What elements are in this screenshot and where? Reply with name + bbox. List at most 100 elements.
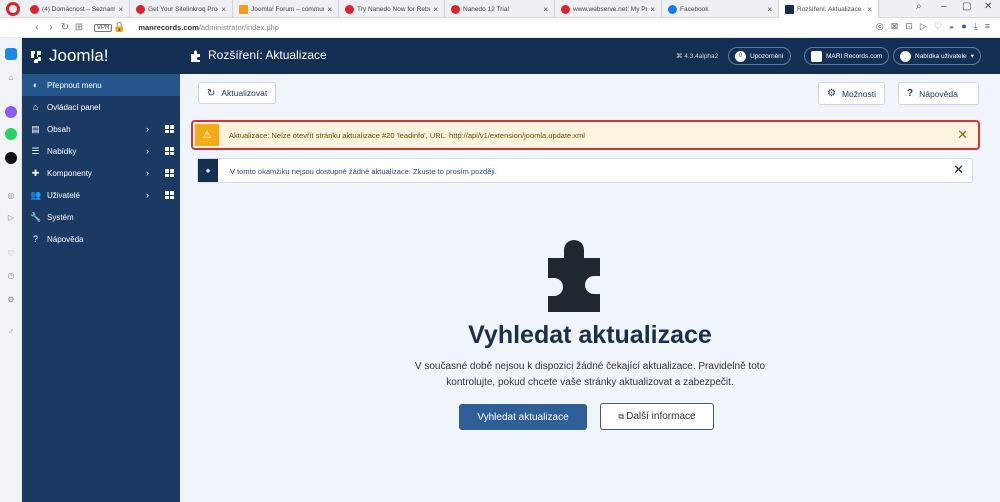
sidebar-item-label: Nabídky	[47, 146, 77, 156]
gear-icon: ⚙	[827, 88, 836, 99]
joomla-favicon-icon	[785, 4, 794, 14]
history-icon[interactable]: ◷	[5, 270, 17, 282]
sidebar-item-label: Nápověda	[47, 234, 84, 244]
messenger-icon[interactable]	[5, 106, 17, 118]
dashboard-grid-icon[interactable]	[165, 169, 174, 177]
opera-logo-icon[interactable]	[6, 2, 20, 16]
user-menu-button[interactable]: Nabídka uživatele ▾	[893, 47, 981, 65]
close-icon[interactable]: ✕	[953, 162, 964, 178]
sidebar-item-label: Systém	[47, 212, 74, 222]
notifications-button[interactable]: 0 Upozornění	[728, 47, 791, 65]
sidebar-item-users[interactable]: 👥 Uživatelé ›	[22, 184, 180, 206]
close-tab-icon[interactable]: ×	[118, 5, 123, 14]
chevron-right-icon[interactable]: ›	[146, 146, 149, 156]
settings-icon[interactable]: ⚙	[5, 294, 17, 306]
sidebar-item-system[interactable]: 🔧 Systém	[22, 206, 180, 228]
chevron-right-icon[interactable]: ›	[146, 168, 149, 178]
sidebar-item-components[interactable]: ✚ Komponenty ›	[22, 162, 180, 184]
browser-tab[interactable]: Facebook ×	[662, 0, 779, 18]
heart-icon[interactable]: ♡	[5, 248, 17, 260]
browser-tab[interactable]: Get Your Sitelinkroq Products...×	[130, 0, 233, 18]
dashboard-grid-icon[interactable]	[165, 125, 174, 133]
back-icon[interactable]: ‹	[30, 22, 44, 33]
close-tab-icon[interactable]: ×	[221, 5, 226, 14]
warning-alert: ⚠ Aktualizace: Nelze otevřít stránku akt…	[191, 120, 980, 150]
toggle-menu-label: Přepnout menu	[47, 80, 102, 90]
pin-icon[interactable]: ♂	[5, 326, 17, 338]
close-tab-icon[interactable]: ×	[767, 5, 772, 14]
download-icon[interactable]: ⤓	[974, 21, 978, 32]
url-host: manrecords.com	[138, 23, 199, 32]
vpn-badge[interactable]: VPN	[94, 23, 113, 32]
options-button[interactable]: ⚙ Možnosti	[818, 82, 885, 105]
forward-icon[interactable]: ›	[44, 22, 58, 33]
search-updates-button[interactable]: Vyhledat aktualizace	[459, 404, 587, 430]
close-tab-icon[interactable]: ×	[327, 5, 332, 14]
list-icon: ☰	[31, 145, 40, 156]
close-window-icon[interactable]: ✕	[984, 1, 992, 12]
sidebar-item-help[interactable]: ? Nápověda	[22, 228, 180, 250]
reload-icon[interactable]: ↻	[58, 22, 72, 33]
speed-icon[interactable]: ◎	[5, 190, 17, 202]
sidebar-item-content[interactable]: ▤ Obsah ›	[22, 118, 180, 140]
help-button[interactable]: ? Nápověda	[898, 82, 979, 105]
site-link-label: MARI Records.com	[826, 52, 883, 60]
tiktok-icon[interactable]	[5, 152, 17, 164]
options-label: Možnosti	[841, 88, 876, 99]
empty-state-text: V současné době nejsou k dispozici žádné…	[414, 361, 766, 388]
camera-icon[interactable]: ◎	[876, 21, 884, 32]
help-label: Nápověda	[919, 88, 958, 99]
dashboard-grid-icon[interactable]	[165, 147, 174, 155]
home-icon[interactable]: ⌂	[5, 72, 17, 84]
workspace-icon[interactable]	[5, 48, 17, 60]
translate-icon[interactable]: ⊠	[891, 21, 899, 32]
chevron-right-icon[interactable]: ›	[146, 124, 149, 134]
browser-window: (4) Domácnost – Seznam Z...× Get Your Si…	[0, 0, 1000, 502]
browser-tab-active[interactable]: Rozšíření: Aktualizace - Ma...×	[779, 0, 879, 18]
search-tabs-icon[interactable]: ⌕	[916, 1, 922, 12]
puzzle-icon	[191, 50, 200, 62]
maximize-icon[interactable]: ▢	[962, 1, 971, 12]
profile-icon[interactable]: ●	[961, 21, 966, 32]
joomla-logo-icon	[31, 51, 41, 63]
joomla-logo[interactable]: Joomla!	[28, 46, 109, 66]
browser-tab[interactable]: Joomla! Forum – community...×	[233, 0, 339, 18]
browser-tab[interactable]: Try Nanedo Now for Rebuild...×	[339, 0, 445, 18]
close-tab-icon[interactable]: ×	[433, 5, 438, 14]
extensions-icon[interactable]: ⊡	[905, 21, 913, 32]
dashboard-grid-icon[interactable]	[165, 191, 174, 199]
external-link-icon: ⧉	[618, 411, 625, 421]
whatsapp-icon[interactable]	[5, 128, 17, 140]
url-field[interactable]: manrecords.com/administrator/index.php	[138, 23, 279, 32]
toggle-icon: ◐	[32, 80, 39, 90]
sidebar-item-menus[interactable]: ☰ Nabídky ›	[22, 140, 180, 162]
puzzle-piece-icon	[548, 240, 600, 312]
toggle-menu-button[interactable]: ◐ Přepnout menu	[22, 74, 180, 96]
close-tab-icon[interactable]: ×	[650, 5, 655, 14]
refresh-button[interactable]: ↻ Aktualizovat	[198, 82, 277, 104]
close-tab-icon[interactable]: ×	[543, 5, 548, 14]
more-info-button[interactable]: ⧉ Další informace	[600, 403, 714, 430]
menu-icon[interactable]: ≡	[985, 21, 990, 32]
site-link-button[interactable]: MARI Records.com	[804, 47, 890, 65]
heart-icon[interactable]: ♡	[934, 21, 942, 32]
browser-tab[interactable]: Nanedo 12 Trial ×	[445, 0, 555, 18]
tabs-grid-icon[interactable]: ⊞	[72, 22, 86, 33]
joomla-favicon-icon	[239, 4, 248, 14]
url-path: /administrator/index.php	[198, 23, 279, 32]
browser-tab[interactable]: www.webserve.net: My Prog...×	[555, 0, 662, 18]
external-link-icon	[811, 50, 822, 62]
browser-tab[interactable]: (4) Domácnost – Seznam Z...×	[24, 0, 130, 18]
minimize-icon[interactable]: –	[941, 1, 947, 12]
chevron-right-icon[interactable]: ›	[146, 190, 149, 200]
share-icon[interactable]: ▷	[920, 21, 927, 32]
close-icon[interactable]: ✕	[957, 127, 968, 143]
sidebar-item-dashboard[interactable]: ⌂ Ovládací panel	[22, 96, 180, 118]
wallet-icon[interactable]: ◒	[949, 21, 954, 32]
player-icon[interactable]: ▷	[5, 212, 17, 224]
close-tab-icon[interactable]: ×	[867, 5, 872, 14]
favicon-icon	[30, 4, 39, 14]
notifications-count: 0	[735, 50, 746, 62]
favicon-icon	[345, 4, 354, 14]
sidebar-item-label: Uživatelé	[47, 190, 80, 200]
